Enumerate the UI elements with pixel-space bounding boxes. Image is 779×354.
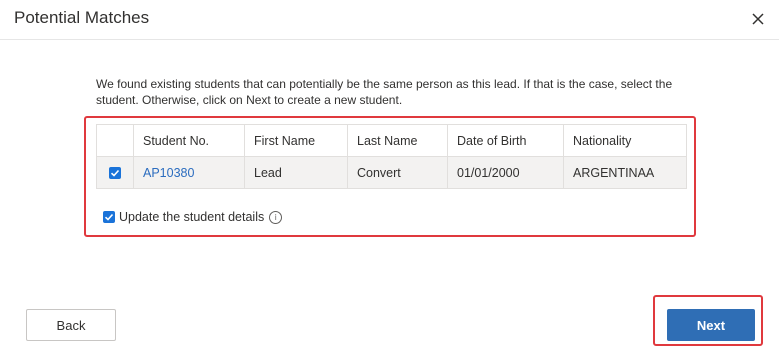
- back-button[interactable]: Back: [26, 309, 116, 341]
- table-row: AP10380 Lead Convert 01/01/2000 ARGENTIN…: [96, 156, 687, 189]
- dialog-title: Potential Matches: [14, 8, 150, 27]
- column-header-student-no: Student No.: [133, 124, 245, 157]
- close-button[interactable]: [744, 6, 772, 32]
- table-header-row: Student No. First Name Last Name Date of…: [96, 124, 687, 157]
- column-header-nationality: Nationality: [563, 124, 687, 157]
- cell-date-of-birth: 01/01/2000: [447, 156, 564, 189]
- update-details-checkbox[interactable]: [103, 211, 115, 223]
- matches-description: We found existing students that can pote…: [96, 77, 673, 107]
- potential-matches-dialog: Potential Matches We found existing stud…: [0, 0, 779, 354]
- column-header-select: [96, 124, 134, 157]
- dialog-header: Potential Matches: [0, 0, 779, 40]
- cell-last-name: Convert: [347, 156, 448, 189]
- column-header-first-name: First Name: [244, 124, 348, 157]
- column-header-date-of-birth: Date of Birth: [447, 124, 564, 157]
- student-no-link[interactable]: AP10380: [143, 166, 194, 180]
- matches-table: Student No. First Name Last Name Date of…: [96, 124, 687, 189]
- next-button[interactable]: Next: [667, 309, 755, 341]
- update-details-option: Update the student details i: [103, 210, 283, 224]
- row-select-cell: [96, 156, 134, 189]
- cell-first-name: Lead: [244, 156, 348, 189]
- cell-student-no: AP10380: [133, 156, 245, 189]
- info-icon[interactable]: i: [269, 210, 283, 224]
- row-select-checkbox[interactable]: [109, 167, 121, 180]
- cell-nationality: ARGENTINAA: [563, 156, 687, 189]
- update-details-label: Update the student details: [119, 210, 265, 224]
- checkmark-icon: [110, 170, 120, 177]
- column-header-last-name: Last Name: [347, 124, 448, 157]
- checkmark-icon: [104, 213, 114, 221]
- close-icon: [752, 13, 764, 25]
